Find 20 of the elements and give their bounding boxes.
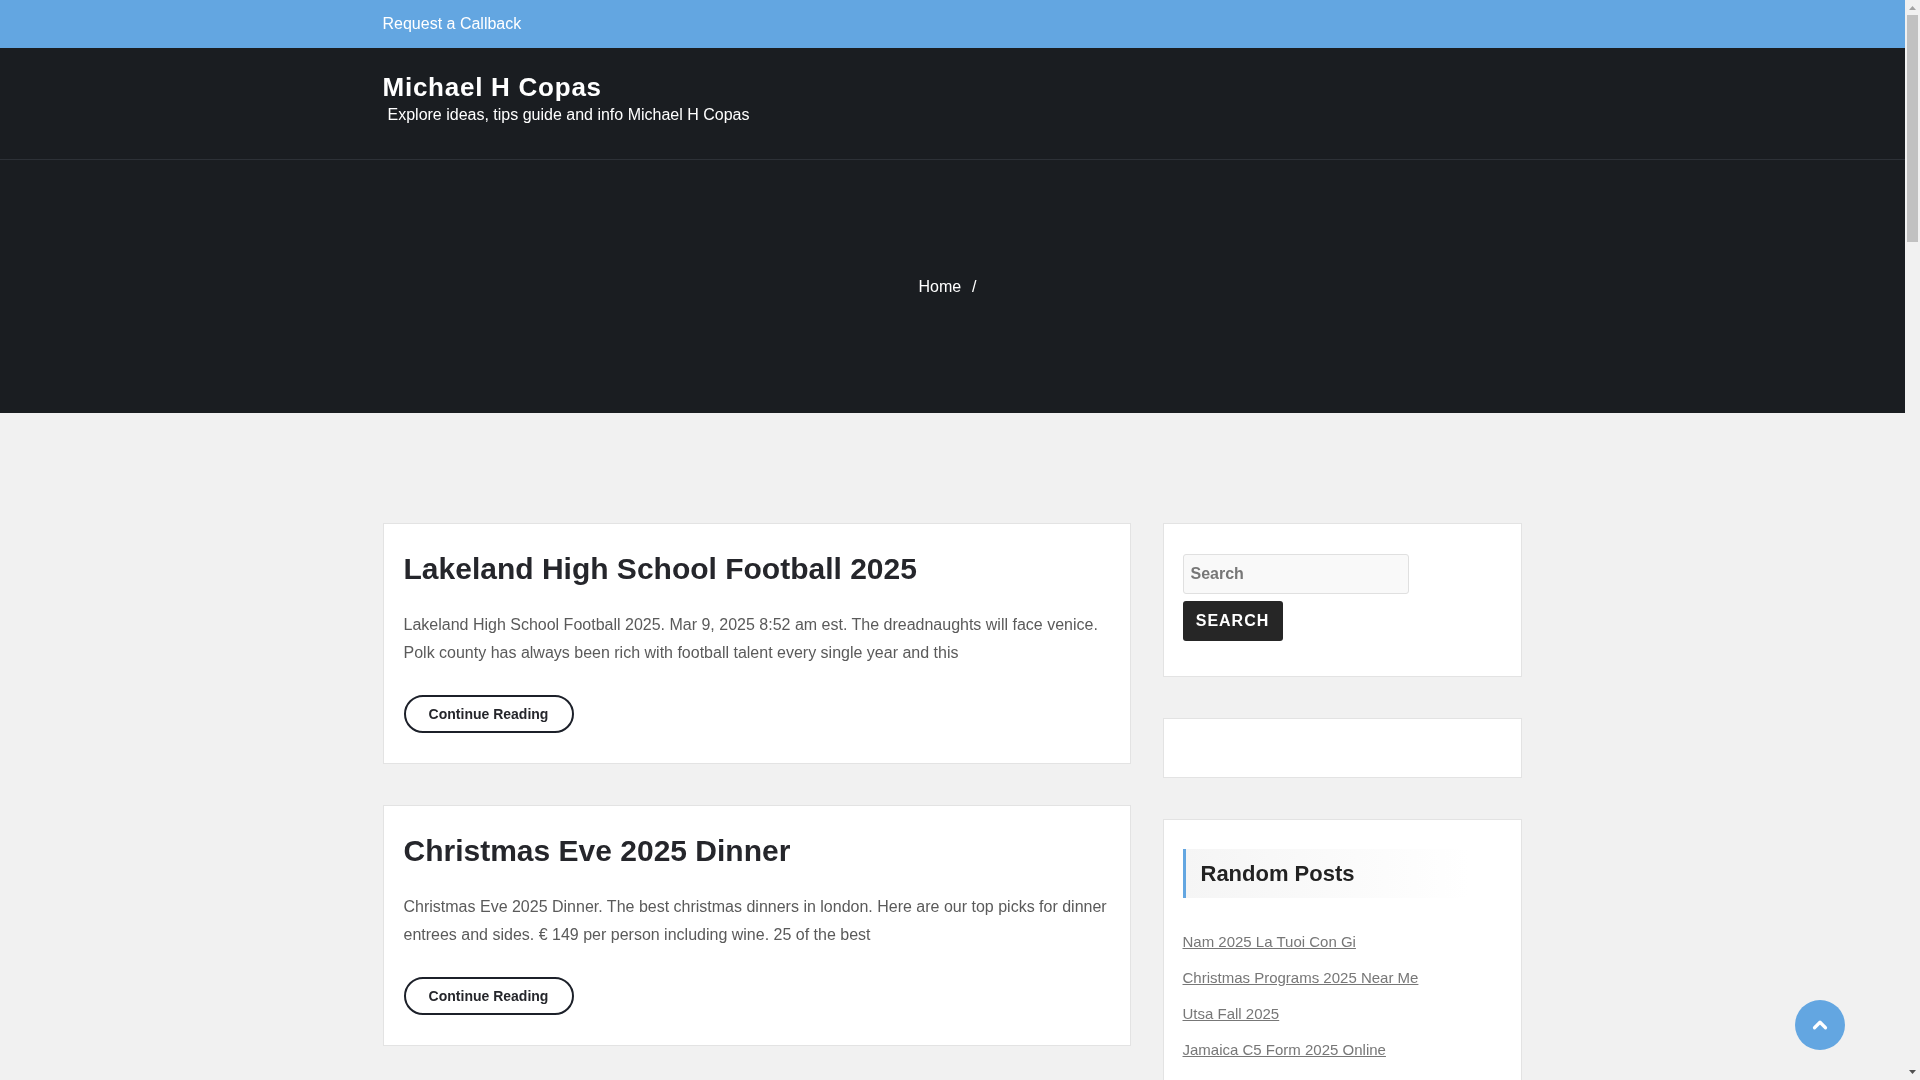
random-post-link[interactable]: Utsa Fall 2025	[1182, 1002, 1280, 1026]
breadcrumb-separator: /	[972, 276, 977, 297]
random-post-link[interactable]: Nam 2025 La Tuoi Con Gi	[1182, 930, 1356, 954]
scroll-down-arrow-icon[interactable]	[1909, 1070, 1916, 1074]
scroll-up-arrow-icon[interactable]	[1909, 6, 1916, 10]
breadcrumb-link[interactable]: Home	[918, 276, 962, 297]
post-excerpt: Christmas Eve 2025 Dinner. The best christmas dinners in london. Here are our top picks for dinner entrees and sides. € 149 per person including wine. 25 of the best	[403, 897, 1108, 945]
scrollbar-thumb[interactable]	[1907, 15, 1918, 242]
post-title[interactable]: Lakeland High School Football 2025	[403, 551, 917, 587]
site-title[interactable]: Michael H Copas	[382, 72, 602, 103]
search-field[interactable]: Search	[1182, 554, 1409, 594]
post-title[interactable]: Christmas Eve 2025 Dinner	[403, 833, 791, 869]
search-button[interactable]: SEARCH	[1182, 601, 1283, 641]
random-post-link[interactable]: Jamaica C5 Form 2025 Online	[1182, 1038, 1386, 1062]
continue-reading-button[interactable]: Continue Reading	[403, 695, 574, 733]
random-post-link[interactable]: Christmas Programs 2025 Near Me	[1182, 966, 1419, 990]
site-tagline: Explore ideas, tips guide and info Michael H Copas	[387, 105, 750, 125]
continue-reading-button[interactable]: Continue Reading	[403, 977, 574, 1015]
back-to-top-button[interactable]	[1795, 1000, 1845, 1050]
post-excerpt: Lakeland High School Football 2025. Mar 9, 2025 8:52 am est. The dreadnaughts will face venice. Polk county has always been rich with football talent every single year and this	[403, 615, 1099, 663]
